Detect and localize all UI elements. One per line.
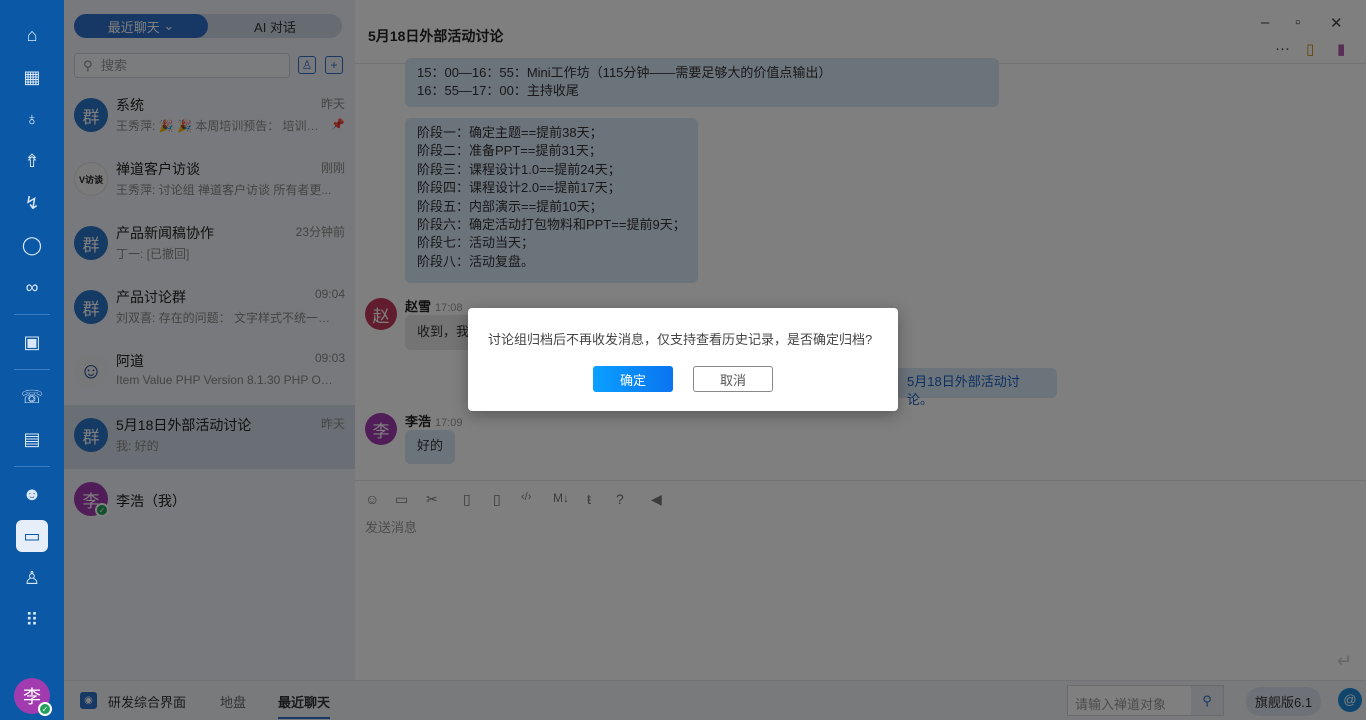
cancel-button[interactable]: 取消 xyxy=(693,366,773,392)
grid-icon[interactable]: ⠿ xyxy=(16,604,48,636)
archive-confirm-dialog: 讨论组归档后不再收发消息，仅支持查看历史记录，是否确定归档? 确定 取消 xyxy=(468,308,898,411)
runner-icon[interactable]: ↯ xyxy=(16,187,48,219)
presentation-icon[interactable]: ▣ xyxy=(16,326,48,358)
chat-icon[interactable]: ▭ xyxy=(16,520,48,552)
online-check-icon: ✓ xyxy=(38,702,52,716)
infinity-icon[interactable]: ∞ xyxy=(16,271,48,303)
handshake-icon[interactable]: ☏ xyxy=(16,381,48,413)
apps-icon[interactable]: ▦ xyxy=(16,61,48,93)
dialog-message: 讨论组归档后不再收发消息，仅支持查看历史记录，是否确定归档? xyxy=(488,332,873,347)
app-sidebar: ⌂ ▦ ♁ ⇮ ↯ ◯ ∞ ▣ ☏ ▤ ☻ ▭ ♙ ⠿ 李 ✓ xyxy=(0,0,64,720)
bulb-icon[interactable]: ♁ xyxy=(16,103,48,135)
confirm-button[interactable]: 确定 xyxy=(593,366,673,392)
search-icon[interactable]: ◯ xyxy=(16,229,48,261)
user-icon[interactable]: ♙ xyxy=(16,562,48,594)
document-icon[interactable]: ▤ xyxy=(16,423,48,455)
my-avatar[interactable]: 李 ✓ xyxy=(14,678,52,716)
divider xyxy=(14,314,50,315)
home-icon[interactable]: ⌂ xyxy=(16,19,48,51)
divider xyxy=(14,369,50,370)
rocket-icon[interactable]: ⇮ xyxy=(16,145,48,177)
team-icon[interactable]: ☻ xyxy=(16,478,48,510)
divider xyxy=(14,466,50,467)
